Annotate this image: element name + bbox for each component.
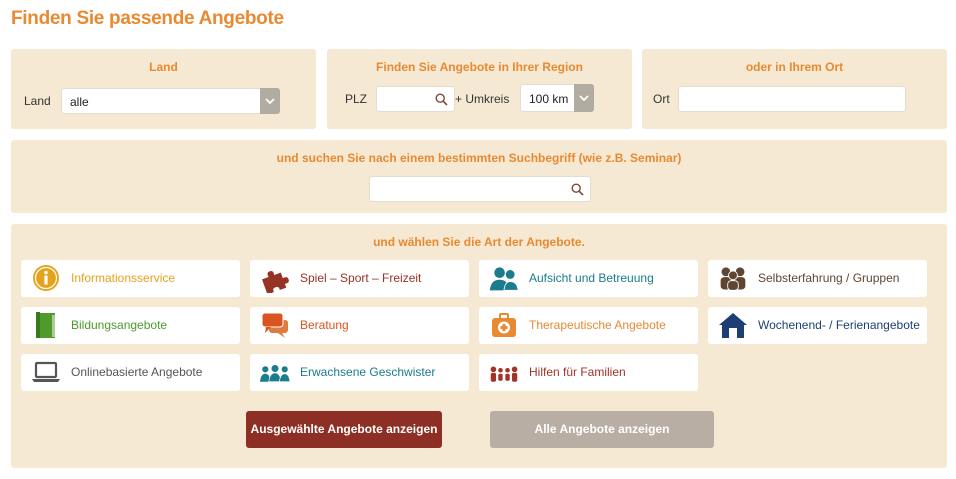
- ort-heading: oder in Ihrem Ort: [745, 60, 844, 74]
- laptop-icon: [32, 361, 60, 382]
- category-therapeutische-angebote[interactable]: Therapeutische Angebote: [479, 307, 698, 344]
- category-informationsservice[interactable]: Informationsservice: [21, 260, 240, 297]
- show-selected-button[interactable]: Ausgewählte Angebote anzeigen: [246, 411, 442, 448]
- category-label: Hilfen für Familien: [529, 365, 626, 379]
- plz-label: PLZ: [345, 92, 368, 106]
- search-icon[interactable]: [435, 93, 448, 106]
- umkreis-label: + Umkreis: [455, 92, 510, 106]
- plz-input[interactable]: [376, 86, 455, 112]
- info-icon: [33, 265, 59, 291]
- category-label: Bildungsangebote: [71, 318, 168, 332]
- category-label: Informationsservice: [71, 271, 176, 285]
- category-aufsicht-betreuung[interactable]: Aufsicht und Betreuung: [479, 260, 698, 297]
- category-label: Aufsicht und Betreuung: [529, 271, 654, 285]
- region-panel: Finden Sie Angebote in Ihrer Region PLZ …: [327, 49, 632, 129]
- category-label: Beratung: [300, 318, 349, 332]
- land-heading: Land: [149, 60, 178, 74]
- category-erwachsene-geschwister[interactable]: Erwachsene Geschwister: [250, 354, 469, 391]
- search-panel: und suchen Sie nach einem bestimmten Suc…: [11, 140, 947, 213]
- group-icon: [720, 267, 746, 291]
- people-icon: [489, 267, 519, 291]
- category-label: Onlinebasierte Angebote: [71, 365, 203, 379]
- search-icon[interactable]: [571, 183, 584, 196]
- search-heading: und suchen Sie nach einem bestimmten Suc…: [276, 151, 682, 165]
- umkreis-select-toggle[interactable]: [574, 84, 594, 112]
- category-wochenend-ferienangebote[interactable]: Wochenend- / Ferienangebote: [708, 307, 927, 344]
- land-select-value: alle: [70, 95, 89, 109]
- umkreis-select[interactable]: 100 km: [520, 84, 594, 112]
- chevron-down-icon: [265, 98, 275, 104]
- book-icon: [36, 312, 55, 338]
- umkreis-select-value: 100 km: [529, 92, 569, 106]
- search-input[interactable]: [369, 176, 591, 202]
- show-all-button[interactable]: Alle Angebote anzeigen: [490, 411, 714, 448]
- category-label: Erwachsene Geschwister: [300, 365, 436, 379]
- ort-input-field[interactable]: [679, 87, 905, 111]
- land-label: Land: [24, 94, 51, 108]
- categories-heading: und wählen Sie die Art der Angebote.: [373, 235, 585, 249]
- ort-label: Ort: [653, 92, 670, 106]
- category-bildungsangebote[interactable]: Bildungsangebote: [21, 307, 240, 344]
- category-label: Wochenend- / Ferienangebote: [758, 318, 920, 332]
- category-label: Spiel – Sport – Freizeit: [300, 271, 422, 285]
- land-panel: Land Land alle: [11, 49, 316, 129]
- house-icon: [719, 313, 747, 338]
- category-onlinebasierte-angebote[interactable]: Onlinebasierte Angebote: [21, 354, 240, 391]
- puzzle-icon: [262, 271, 289, 293]
- page-title: Finden Sie passende Angebote: [11, 8, 284, 29]
- medical-kit-icon: [492, 313, 516, 337]
- category-spiel-sport-freizeit[interactable]: Spiel – Sport – Freizeit: [250, 260, 469, 297]
- category-beratung[interactable]: Beratung: [250, 307, 469, 344]
- categories-panel: und wählen Sie die Art der Angebote. Inf…: [11, 224, 947, 468]
- category-label: Therapeutische Angebote: [529, 318, 666, 332]
- chevron-down-icon: [579, 95, 589, 101]
- ort-panel: oder in Ihrem Ort Ort: [642, 49, 947, 129]
- adults-group-icon: [260, 364, 290, 383]
- ort-input[interactable]: [678, 86, 906, 112]
- category-label: Selbsterfahrung / Gruppen: [758, 271, 900, 285]
- category-hilfen-fuer-familien[interactable]: Hilfen für Familien: [479, 354, 698, 391]
- search-input-field[interactable]: [370, 177, 590, 201]
- speech-bubbles-icon: [261, 312, 288, 338]
- land-select[interactable]: alle: [61, 88, 280, 114]
- region-heading: Finden Sie Angebote in Ihrer Region: [376, 60, 583, 74]
- land-select-toggle[interactable]: [260, 88, 280, 114]
- category-selbsterfahrung-gruppen[interactable]: Selbsterfahrung / Gruppen: [708, 260, 927, 297]
- family-icon: [490, 366, 518, 382]
